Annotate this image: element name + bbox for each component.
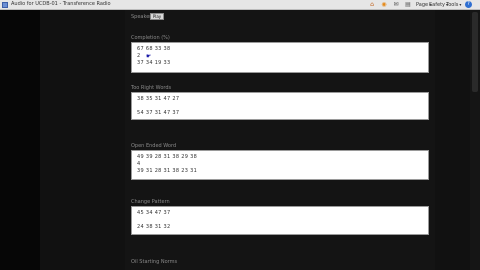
tab-title[interactable]: Audio for UCDB-01 - Transference Radio <box>11 1 111 7</box>
section-label: Completion (%) <box>131 35 170 41</box>
change-pattern-textbox[interactable]: 45 34 47 37 24 38 31 32 <box>131 206 429 235</box>
text-line: 39 31 28 31 38 23 31 <box>137 168 198 174</box>
completion-textbox[interactable]: 67 68 33 38 2 37 34 19 33 ☛ <box>131 42 429 73</box>
browser-command-bar: Audio for UCDB-01 - Transference Radio ⌂… <box>0 0 480 10</box>
section-label: Change Pattern <box>131 199 170 205</box>
text-line: 45 34 47 37 <box>137 210 171 216</box>
page-favicon-icon <box>2 2 8 8</box>
text-line <box>137 217 423 224</box>
scrollbar-thumb[interactable] <box>472 12 478 92</box>
text-line: 4 <box>137 161 141 167</box>
text-line: 67 68 33 38 <box>137 46 171 52</box>
section-label: Open Ended Word <box>131 143 177 149</box>
too-right-words-textbox[interactable]: 38 35 31 47 27 54 37 31 47 37 <box>131 92 429 120</box>
home-icon[interactable]: ⌂ <box>368 1 376 9</box>
text-line: 37 34 19 33 <box>137 60 171 66</box>
text-line: 24 38 31 32 <box>137 224 171 230</box>
section-label: Too Right Words <box>131 85 172 91</box>
tools-menu[interactable]: Tools▾ <box>446 1 461 9</box>
text-line: 38 35 31 47 27 <box>137 96 180 102</box>
print-icon[interactable]: ▤ <box>404 1 412 9</box>
section-label: Oil Starting Norms <box>131 259 178 265</box>
text-line: 49 39 28 31 38 29 38 <box>137 154 198 160</box>
text-line: 2 <box>137 53 141 59</box>
play-button[interactable]: Play <box>150 13 164 20</box>
left-margin <box>0 10 40 270</box>
text-line <box>137 103 423 110</box>
text-line: 54 37 31 47 37 <box>137 110 180 116</box>
help-icon[interactable]: ? <box>465 1 472 8</box>
open-ended-word-textbox[interactable]: 49 39 28 31 38 29 38 4 39 31 28 31 38 23… <box>131 150 429 180</box>
read-mail-icon[interactable]: ✉ <box>392 1 400 9</box>
feeds-icon[interactable]: ◉ <box>380 1 388 9</box>
mouse-cursor-icon: ☛ <box>146 53 152 60</box>
